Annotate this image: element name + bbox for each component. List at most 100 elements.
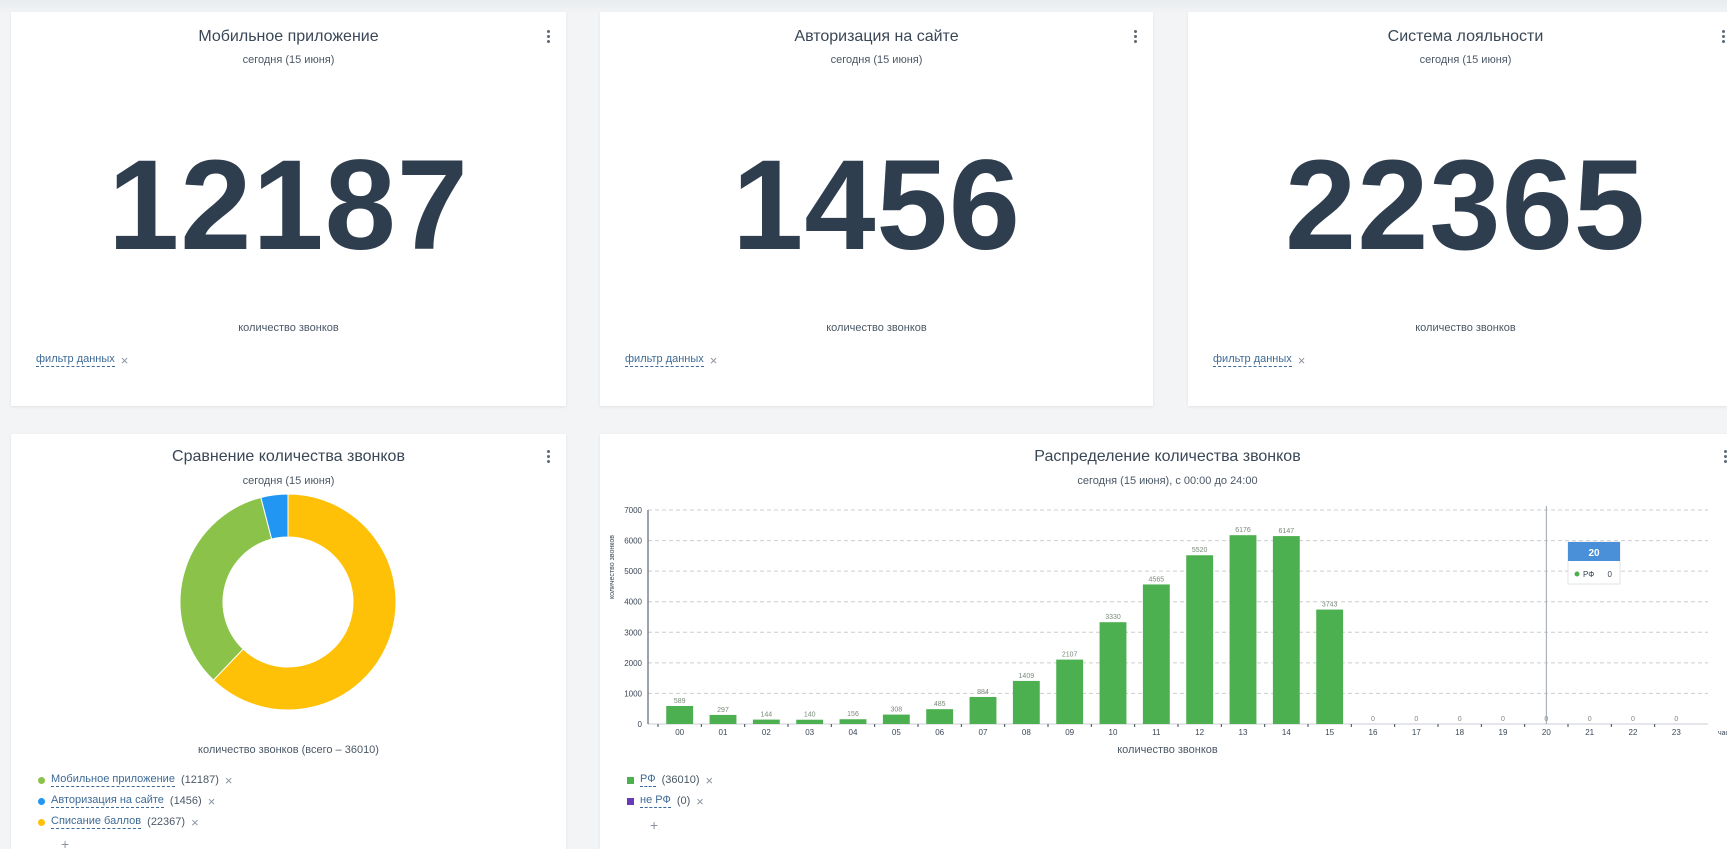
x-tick-label: 00 <box>675 728 684 737</box>
filter-row: фильтр данных × <box>36 353 128 367</box>
bar-10[interactable] <box>1099 622 1127 724</box>
bar-value-label: 6147 <box>1279 528 1295 535</box>
x-tick-label: 16 <box>1369 728 1378 737</box>
legend-link[interactable]: Мобильное приложение <box>51 773 175 787</box>
bar-value-label: 1409 <box>1019 673 1035 680</box>
bar-value-label: 884 <box>977 689 989 696</box>
card-title: Авторизация на сайте <box>794 28 959 45</box>
close-icon[interactable]: × <box>1298 354 1306 367</box>
bar-09[interactable] <box>1056 659 1084 724</box>
bar-05[interactable] <box>882 714 910 724</box>
bar-02[interactable] <box>752 719 780 724</box>
bar-06[interactable] <box>926 709 954 724</box>
bar-value-label: 0 <box>1588 716 1592 723</box>
card-subtitle: сегодня (15 июня) <box>1419 54 1512 66</box>
bar-13[interactable] <box>1229 535 1257 724</box>
more-menu-icon[interactable] <box>1719 450 1727 468</box>
add-icon[interactable]: + <box>61 836 69 849</box>
bar-00[interactable] <box>666 705 694 724</box>
bar-value-label: 485 <box>934 701 946 708</box>
x-tick-label: 01 <box>719 728 728 737</box>
more-menu-icon[interactable] <box>1129 30 1141 48</box>
y-tick-label: 3000 <box>624 628 642 637</box>
card-subtitle: сегодня (15 июня) <box>830 54 923 66</box>
x-tick-label: 08 <box>1022 728 1031 737</box>
bar-value-label: 6176 <box>1235 527 1251 534</box>
y-tick-label: 4000 <box>624 598 642 607</box>
data-filter-link[interactable]: фильтр данных <box>36 353 115 367</box>
donut-slice-0[interactable] <box>179 496 273 681</box>
close-icon[interactable]: × <box>696 795 704 808</box>
y-tick-label: 1000 <box>624 689 642 698</box>
bar-value-label: 0 <box>1631 716 1635 723</box>
bar-04[interactable] <box>839 719 867 724</box>
tooltip-title: 20 <box>1588 548 1600 559</box>
data-filter-link[interactable]: фильтр данных <box>1213 353 1292 367</box>
x-tick-label: 02 <box>762 728 771 737</box>
legend-item-not-rf: не РФ (0) × <box>627 794 704 808</box>
donut-chart-card: Сравнение количества звонков сегодня (15… <box>11 434 566 849</box>
y-tick-label: 7000 <box>624 506 642 515</box>
x-tick-label: 20 <box>1542 728 1551 737</box>
bar-15[interactable] <box>1316 609 1344 724</box>
bar-value-label: 297 <box>717 707 729 714</box>
bar-08[interactable] <box>1012 680 1040 724</box>
x-tick-label: 23 <box>1672 728 1681 737</box>
x-tick-label: 21 <box>1585 728 1594 737</box>
bar-01[interactable] <box>709 714 737 724</box>
bar-value-label: 0 <box>1371 716 1375 723</box>
legend-link[interactable]: РФ <box>640 773 656 787</box>
chart-subtitle: сегодня (15 июня) <box>242 475 335 487</box>
y-tick-label: 0 <box>638 720 643 729</box>
close-icon[interactable]: × <box>706 774 714 787</box>
bar-value-label: 3330 <box>1105 614 1121 621</box>
legend-count: (1456) <box>169 795 202 807</box>
bar-07[interactable] <box>969 696 997 724</box>
bar-value-label: 4565 <box>1149 576 1165 583</box>
bar-11[interactable] <box>1142 584 1170 724</box>
legend-item-rf: РФ (36010) × <box>627 773 713 787</box>
metric-value: 12187 <box>108 134 469 277</box>
legend-dot <box>38 797 45 805</box>
legend-count: (36010) <box>661 774 700 786</box>
x-tick-label: 15 <box>1325 728 1334 737</box>
legend-link[interactable]: Авторизация на сайте <box>51 794 164 808</box>
chart-title: Сравнение количества звонков <box>172 448 405 465</box>
x-tick-label: 10 <box>1109 728 1118 737</box>
close-icon[interactable]: × <box>710 354 718 367</box>
legend-square <box>627 776 634 784</box>
legend-square <box>627 797 634 805</box>
close-icon[interactable]: × <box>191 816 199 829</box>
legend-item-site-auth: Авторизация на сайте (1456) × <box>38 794 215 808</box>
metric-card-site-auth: Авторизация на сайте сегодня (15 июня) 1… <box>600 12 1153 406</box>
card-subtitle: сегодня (15 июня) <box>242 54 335 66</box>
chart-title: Распределение количества звонков <box>1034 448 1301 465</box>
metric-value: 1456 <box>732 134 1021 277</box>
x-tick-label: 03 <box>805 728 814 737</box>
add-icon[interactable]: + <box>650 817 658 833</box>
tooltip-series: РФ <box>1583 570 1594 579</box>
legend-link[interactable]: не РФ <box>640 794 671 808</box>
bar-chart-card: Распределение количества звонков сегодня… <box>600 434 1727 849</box>
close-icon[interactable]: × <box>121 354 129 367</box>
more-menu-icon[interactable] <box>542 450 554 468</box>
x-tick-label: 06 <box>935 728 944 737</box>
x-tick-label: 09 <box>1065 728 1074 737</box>
bar-03[interactable] <box>796 719 824 724</box>
bar-14[interactable] <box>1272 536 1300 724</box>
close-icon[interactable]: × <box>208 795 216 808</box>
chart-subtitle: сегодня (15 июня), с 00:00 до 24:00 <box>1077 475 1258 487</box>
more-menu-icon[interactable] <box>1717 30 1727 48</box>
legend-item-points: Списание баллов (22367) × <box>38 815 199 829</box>
bar-value-label: 589 <box>674 698 686 705</box>
legend-dot <box>38 818 45 826</box>
close-icon[interactable]: × <box>225 774 233 787</box>
legend-dot <box>38 776 45 784</box>
x-tick-label: 22 <box>1629 728 1638 737</box>
data-filter-link[interactable]: фильтр данных <box>625 353 704 367</box>
bar-12[interactable] <box>1186 555 1214 724</box>
metric-label: количество звонков <box>826 322 927 334</box>
legend-count: (12187) <box>180 774 219 786</box>
legend-link[interactable]: Списание баллов <box>51 815 142 829</box>
more-menu-icon[interactable] <box>542 30 554 48</box>
